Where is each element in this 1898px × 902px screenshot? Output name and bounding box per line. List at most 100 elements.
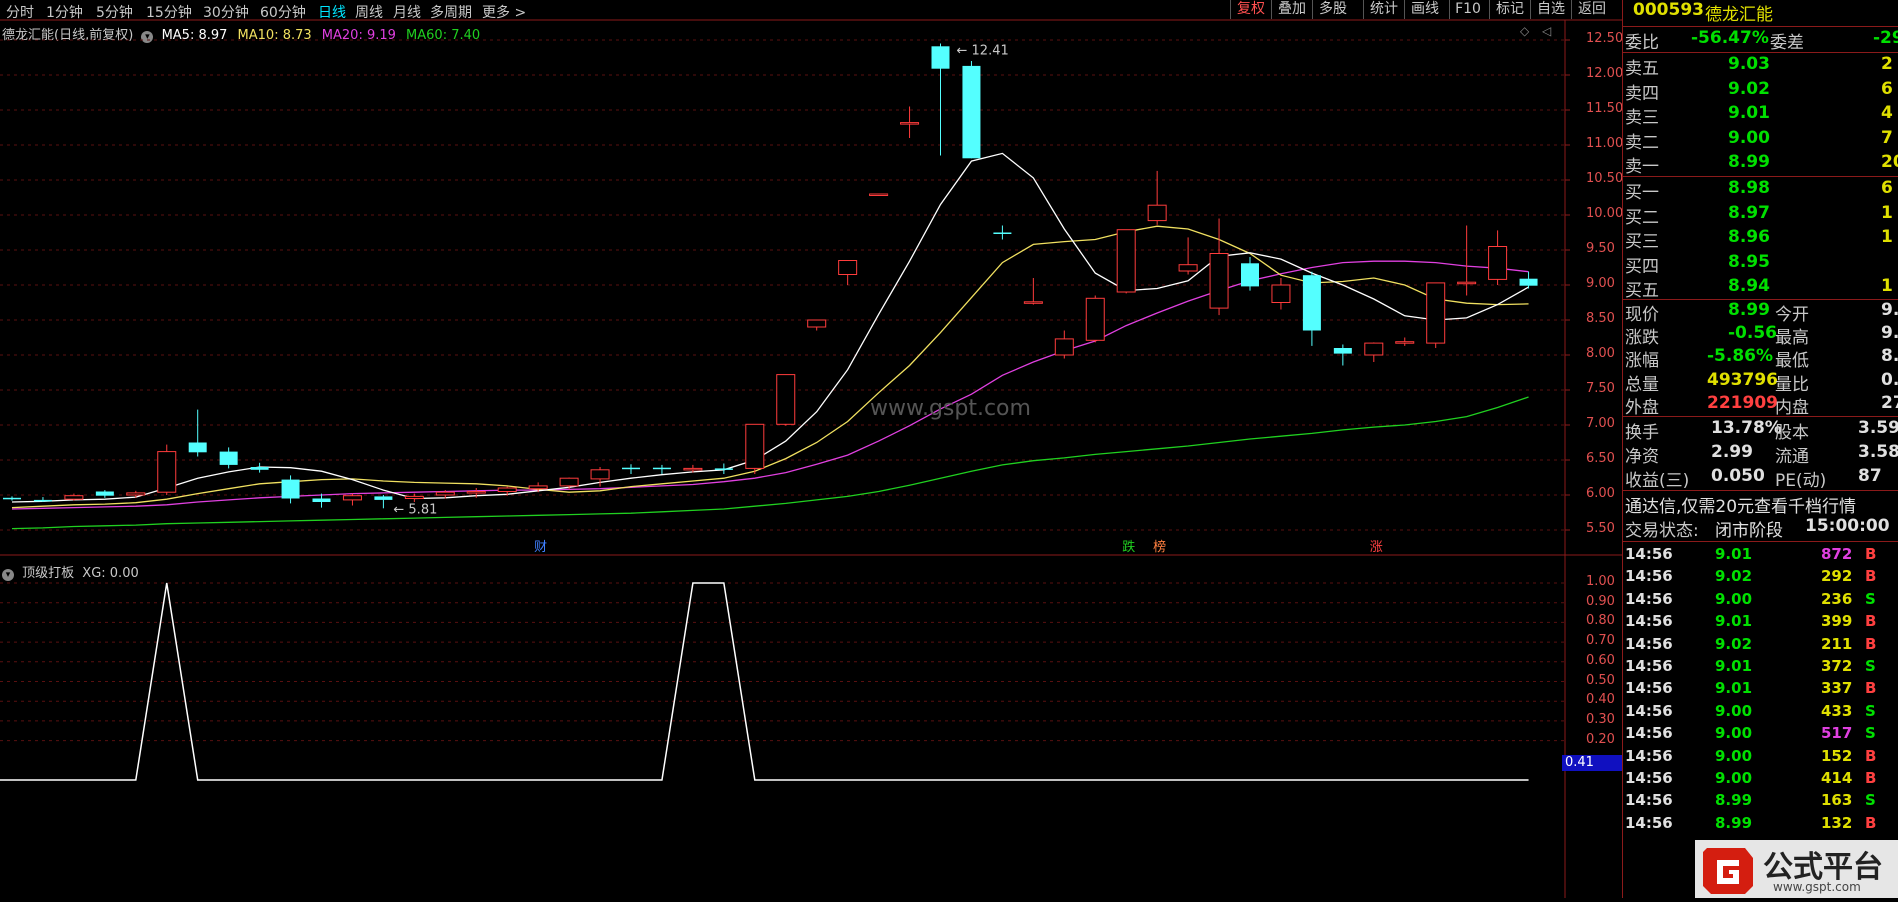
tick-row: 14:56 9.02 292 B	[1625, 567, 1877, 586]
candle-body	[250, 467, 269, 470]
tick-row: 14:56 9.01 372 S	[1625, 657, 1876, 675]
candle	[745, 423, 765, 474]
stock-header: 000593 德龙汇能	[1623, 0, 1898, 25]
ma60-line	[11, 396, 1529, 530]
candle-body	[559, 477, 579, 487]
sell-level-row: 卖五 9.03 2	[1625, 54, 1893, 79]
candle	[1116, 229, 1136, 294]
tick-row: 14:56 9.01 337 B	[1625, 679, 1877, 698]
fundamental-row: 收益(三) 0.050 PE(动) 87	[1625, 466, 1882, 491]
candle	[3, 496, 21, 501]
event-marker: 涨	[1370, 540, 1383, 555]
tick-row: 14:56 9.01 399 B	[1625, 612, 1877, 631]
candle	[157, 444, 177, 495]
candle-body	[1488, 246, 1508, 280]
candle	[1085, 295, 1105, 343]
candle	[33, 497, 52, 502]
indicator-y-tick-label: 1.00	[1586, 574, 1615, 589]
candle-body	[1302, 275, 1321, 331]
candle	[64, 493, 84, 501]
candle	[652, 464, 671, 474]
candle-body	[219, 451, 238, 465]
candle	[1178, 237, 1198, 275]
logo-url: www.gspt.com	[1773, 880, 1861, 894]
candle	[1488, 230, 1508, 285]
stat-row: 总量 493796 量比 0.	[1625, 369, 1898, 395]
sell-level-row: 卖四 9.02 6	[1625, 78, 1893, 104]
candle-body	[1023, 301, 1043, 304]
candle-body	[528, 485, 548, 490]
candle-body	[342, 495, 362, 501]
candle-body	[1209, 253, 1229, 309]
candle-body	[1085, 297, 1105, 341]
event-marker: 跌	[1122, 539, 1135, 555]
candle	[1054, 330, 1074, 359]
notice-row[interactable]: 通达信,仅需20元查看千档行情	[1623, 492, 1898, 517]
y-tick-label: 12.00	[1586, 66, 1624, 81]
candle-body	[1519, 278, 1538, 286]
y-tick-label: 7.00	[1586, 416, 1615, 431]
stock-name: 德龙汇能	[1705, 5, 1773, 25]
weibi-row: 委比 -56.47% 委差 -29	[1625, 28, 1898, 53]
candle	[1209, 218, 1229, 316]
buy-level-row: 买三 8.96 1	[1625, 227, 1893, 252]
candle	[1147, 170, 1167, 225]
y-tick-label: 11.00	[1586, 136, 1624, 151]
indicator-y-tick-label: 0.50	[1586, 672, 1615, 688]
candle	[807, 319, 827, 331]
candle-body	[3, 497, 21, 500]
candle-body	[838, 260, 858, 275]
ma20-line	[11, 260, 1529, 510]
chart-area[interactable]: www.gspt.com ← 12.41 ← 5.81 财 跌 榜 涨	[0, 0, 1622, 898]
candle-body	[745, 423, 765, 469]
quote-panel: 000593 德龙汇能 委比 -56.47% 委差 -29 卖五 9.03 2 卖四 9…	[1622, 0, 1898, 898]
candle	[1023, 278, 1043, 305]
stat-row: 涨幅 -5.86% 最低 8.	[1625, 346, 1898, 372]
y-tick-label: 8.50	[1586, 311, 1615, 326]
sell-level-row: 卖三 9.01 4	[1625, 103, 1893, 128]
buy-level-row: 买一 8.98 6	[1625, 178, 1893, 203]
candle-body	[683, 467, 703, 471]
candle-body	[1271, 284, 1291, 303]
candle	[962, 61, 981, 159]
y-tick-label: 10.00	[1586, 206, 1624, 221]
candle	[776, 374, 796, 426]
fundamental-row: 净资 2.99 流通 3.58	[1625, 442, 1898, 467]
tick-row: 14:56 9.00 517 S	[1625, 724, 1876, 743]
candle	[1302, 271, 1321, 346]
candle-body	[435, 491, 455, 496]
buy-level-row: 买二 8.97 1	[1625, 202, 1893, 228]
candle	[126, 490, 146, 498]
high-marker: ← 12.41	[957, 43, 1009, 58]
candle	[250, 462, 269, 473]
candle	[342, 493, 362, 506]
candle-body	[497, 487, 517, 492]
buy-level-row: 买四 8.95	[1625, 251, 1770, 277]
y-tick-label: 12.50	[1586, 31, 1624, 46]
sell-level-row: 卖一8.9920	[1625, 152, 1898, 177]
y-tick-label: 9.00	[1586, 276, 1615, 291]
indicator-y-tick-label: 0.70	[1586, 633, 1615, 649]
buy-level-row: 买五 8.94 1	[1625, 276, 1893, 301]
y-tick-label: 6.00	[1586, 486, 1615, 501]
indicator-current-value: 0.41	[1562, 755, 1623, 771]
candle-body	[1241, 263, 1259, 287]
candle-body	[374, 496, 393, 500]
tick-row: 14:56 8.99 132 B	[1625, 813, 1877, 832]
candle-body	[95, 491, 114, 496]
stock-code: 000593	[1633, 0, 1704, 20]
indicator-y-tick-label: 0.90	[1586, 593, 1615, 609]
tick-row: 14:56 9.02 211 B	[1625, 634, 1877, 653]
candle-body	[64, 495, 84, 500]
candle-body	[590, 469, 610, 480]
candle	[1271, 278, 1291, 310]
y-tick-label: 8.00	[1586, 346, 1615, 361]
candle	[900, 106, 920, 138]
candle	[1241, 257, 1259, 291]
tick-row: 14:56 9.00 414 B	[1625, 769, 1877, 787]
candle	[1333, 344, 1352, 366]
candle-body	[126, 492, 146, 496]
candle-body	[931, 46, 950, 69]
ma5-line	[11, 152, 1529, 503]
candle	[1395, 337, 1415, 346]
